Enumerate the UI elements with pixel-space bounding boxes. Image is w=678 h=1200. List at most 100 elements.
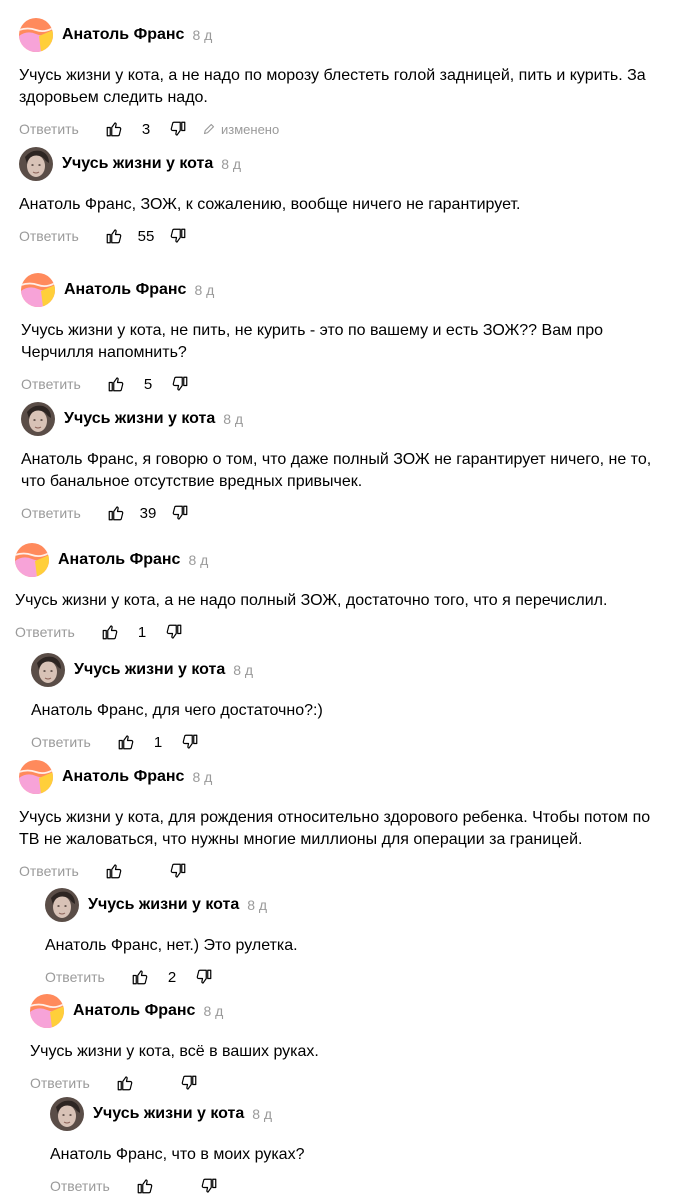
comment: Учусь жизни у кота 8 д Анатоль Франс, чт…	[50, 1096, 650, 1196]
author-name[interactable]: Учусь жизни у кота	[62, 155, 213, 173]
author-name[interactable]: Анатоль Франс	[62, 26, 184, 44]
dislike-icon[interactable]	[200, 1177, 218, 1195]
like-icon[interactable]	[107, 375, 125, 393]
dislike-icon[interactable]	[169, 227, 187, 245]
like-icon[interactable]	[117, 733, 135, 751]
comment-text: Учусь жизни у кота, а не надо по морозу …	[19, 67, 646, 106]
like-icon[interactable]	[107, 504, 125, 522]
reply-button[interactable]: Ответить	[45, 969, 131, 985]
like-icon[interactable]	[136, 1177, 154, 1195]
avatar[interactable]	[50, 1097, 84, 1131]
comment-age: 8 д	[192, 769, 213, 785]
comment: Анатоль Франс 8 д Учусь жизни у кота, а …	[19, 17, 669, 139]
dislike-icon[interactable]	[169, 862, 187, 880]
comment: Анатоль Франс 8 д Учусь жизни у кота, а …	[15, 542, 665, 642]
comment-age: 8 д	[223, 411, 244, 427]
like-icon[interactable]	[105, 862, 123, 880]
comment-header: Анатоль Франс 8 д	[30, 993, 650, 1029]
reply-button[interactable]: Ответить	[21, 505, 107, 521]
dislike-icon[interactable]	[169, 120, 187, 138]
author-name[interactable]: Анатоль Франс	[58, 551, 180, 569]
author-name[interactable]: Анатоль Франс	[73, 1002, 195, 1020]
like-count: 2	[167, 968, 177, 986]
comment-age: 8 д	[221, 156, 242, 172]
comment-header: Учусь жизни у кота 8 д	[50, 1096, 650, 1132]
avatar[interactable]	[45, 888, 79, 922]
avatar[interactable]	[21, 273, 55, 307]
comment: Учусь жизни у кота 8 д Анатоль Франс, дл…	[31, 652, 661, 752]
like-icon[interactable]	[105, 120, 123, 138]
comment-actions: Ответить	[30, 1073, 650, 1093]
author-name[interactable]: Анатоль Франс	[64, 281, 186, 299]
comment-text: Анатоль Франс, для чего достаточно?:)	[31, 702, 323, 719]
comment-header: Учусь жизни у кота 8 д	[45, 887, 655, 923]
dislike-icon[interactable]	[171, 375, 189, 393]
comment: Учусь жизни у кота 8 д Анатоль Франс, не…	[45, 887, 655, 987]
comment-header: Анатоль Франс 8 д	[19, 17, 669, 53]
pencil-icon	[203, 123, 215, 135]
comment-header: Анатоль Франс 8 д	[21, 272, 671, 308]
author-name[interactable]: Учусь жизни у кота	[93, 1105, 244, 1123]
reply-button[interactable]: Ответить	[19, 121, 105, 137]
comment-age: 8 д	[194, 282, 215, 298]
like-icon[interactable]	[116, 1074, 134, 1092]
like-icon[interactable]	[131, 968, 149, 986]
dislike-icon[interactable]	[195, 968, 213, 986]
comment-age: 8 д	[192, 27, 213, 43]
author-name[interactable]: Анатоль Франс	[62, 768, 184, 786]
comment: Учусь жизни у кота 8 д Анатоль Франс, я …	[21, 401, 671, 523]
comment: Анатоль Франс 8 д Учусь жизни у кота, дл…	[19, 759, 674, 881]
comment-age: 8 д	[188, 552, 209, 568]
comment: Учусь жизни у кота 8 д Анатоль Франс, ЗО…	[19, 146, 669, 246]
comment-actions: Ответить 1	[15, 622, 665, 642]
comment-header: Анатоль Франс 8 д	[19, 759, 674, 795]
like-count: 3	[141, 120, 151, 138]
comment-text: Анатоль Франс, нет.) Это рулетка.	[45, 937, 298, 954]
author-name[interactable]: Учусь жизни у кота	[88, 896, 239, 914]
dislike-icon[interactable]	[165, 623, 183, 641]
dislike-icon[interactable]	[171, 504, 189, 522]
avatar[interactable]	[21, 402, 55, 436]
edited-label: изменено	[221, 121, 280, 137]
avatar[interactable]	[19, 147, 53, 181]
comment-header: Учусь жизни у кота 8 д	[19, 146, 669, 182]
comment-actions: Ответить 39	[21, 503, 671, 523]
comment-age: 8 д	[247, 897, 268, 913]
avatar[interactable]	[19, 18, 53, 52]
dislike-icon[interactable]	[181, 733, 199, 751]
comment-text: Анатоль Франс, я говорю о том, что даже …	[21, 451, 652, 490]
comment-actions: Ответить	[19, 861, 674, 881]
reply-button[interactable]: Ответить	[19, 863, 105, 879]
avatar[interactable]	[31, 653, 65, 687]
comment-header: Анатоль Франс 8 д	[15, 542, 665, 578]
like-icon[interactable]	[105, 227, 123, 245]
comment-age: 8 д	[252, 1106, 273, 1122]
author-name[interactable]: Учусь жизни у кота	[64, 410, 215, 428]
dislike-icon[interactable]	[180, 1074, 198, 1092]
comment-actions: Ответить 55	[19, 226, 669, 246]
reply-button[interactable]: Ответить	[50, 1178, 136, 1194]
avatar[interactable]	[19, 760, 53, 794]
reply-button[interactable]: Ответить	[21, 376, 107, 392]
comment-text: Учусь жизни у кота, а не надо полный ЗОЖ…	[15, 592, 608, 609]
avatar[interactable]	[15, 543, 49, 577]
comment-text: Анатоль Франс, что в моих руках?	[50, 1146, 305, 1163]
comment-age: 8 д	[203, 1003, 224, 1019]
reply-button[interactable]: Ответить	[15, 624, 101, 640]
comment-actions: Ответить	[50, 1176, 650, 1196]
comment-actions: Ответить 1	[31, 732, 661, 752]
like-count: 39	[139, 504, 157, 522]
comment-age: 8 д	[233, 662, 254, 678]
comment-text: Учусь жизни у кота, всё в ваших руках.	[30, 1043, 319, 1060]
edited-note: изменено	[203, 122, 279, 137]
comment: Анатоль Франс 8 д Учусь жизни у кота, не…	[21, 272, 671, 394]
like-icon[interactable]	[101, 623, 119, 641]
comment-text: Учусь жизни у кота, не пить, не курить -…	[21, 322, 603, 361]
author-name[interactable]: Учусь жизни у кота	[74, 661, 225, 679]
reply-button[interactable]: Ответить	[31, 734, 117, 750]
avatar[interactable]	[30, 994, 64, 1028]
comment: Анатоль Франс 8 д Учусь жизни у кота, вс…	[30, 993, 650, 1093]
reply-button[interactable]: Ответить	[30, 1075, 116, 1091]
comment-actions: Ответить 3 изменено	[19, 119, 669, 139]
reply-button[interactable]: Ответить	[19, 228, 105, 244]
